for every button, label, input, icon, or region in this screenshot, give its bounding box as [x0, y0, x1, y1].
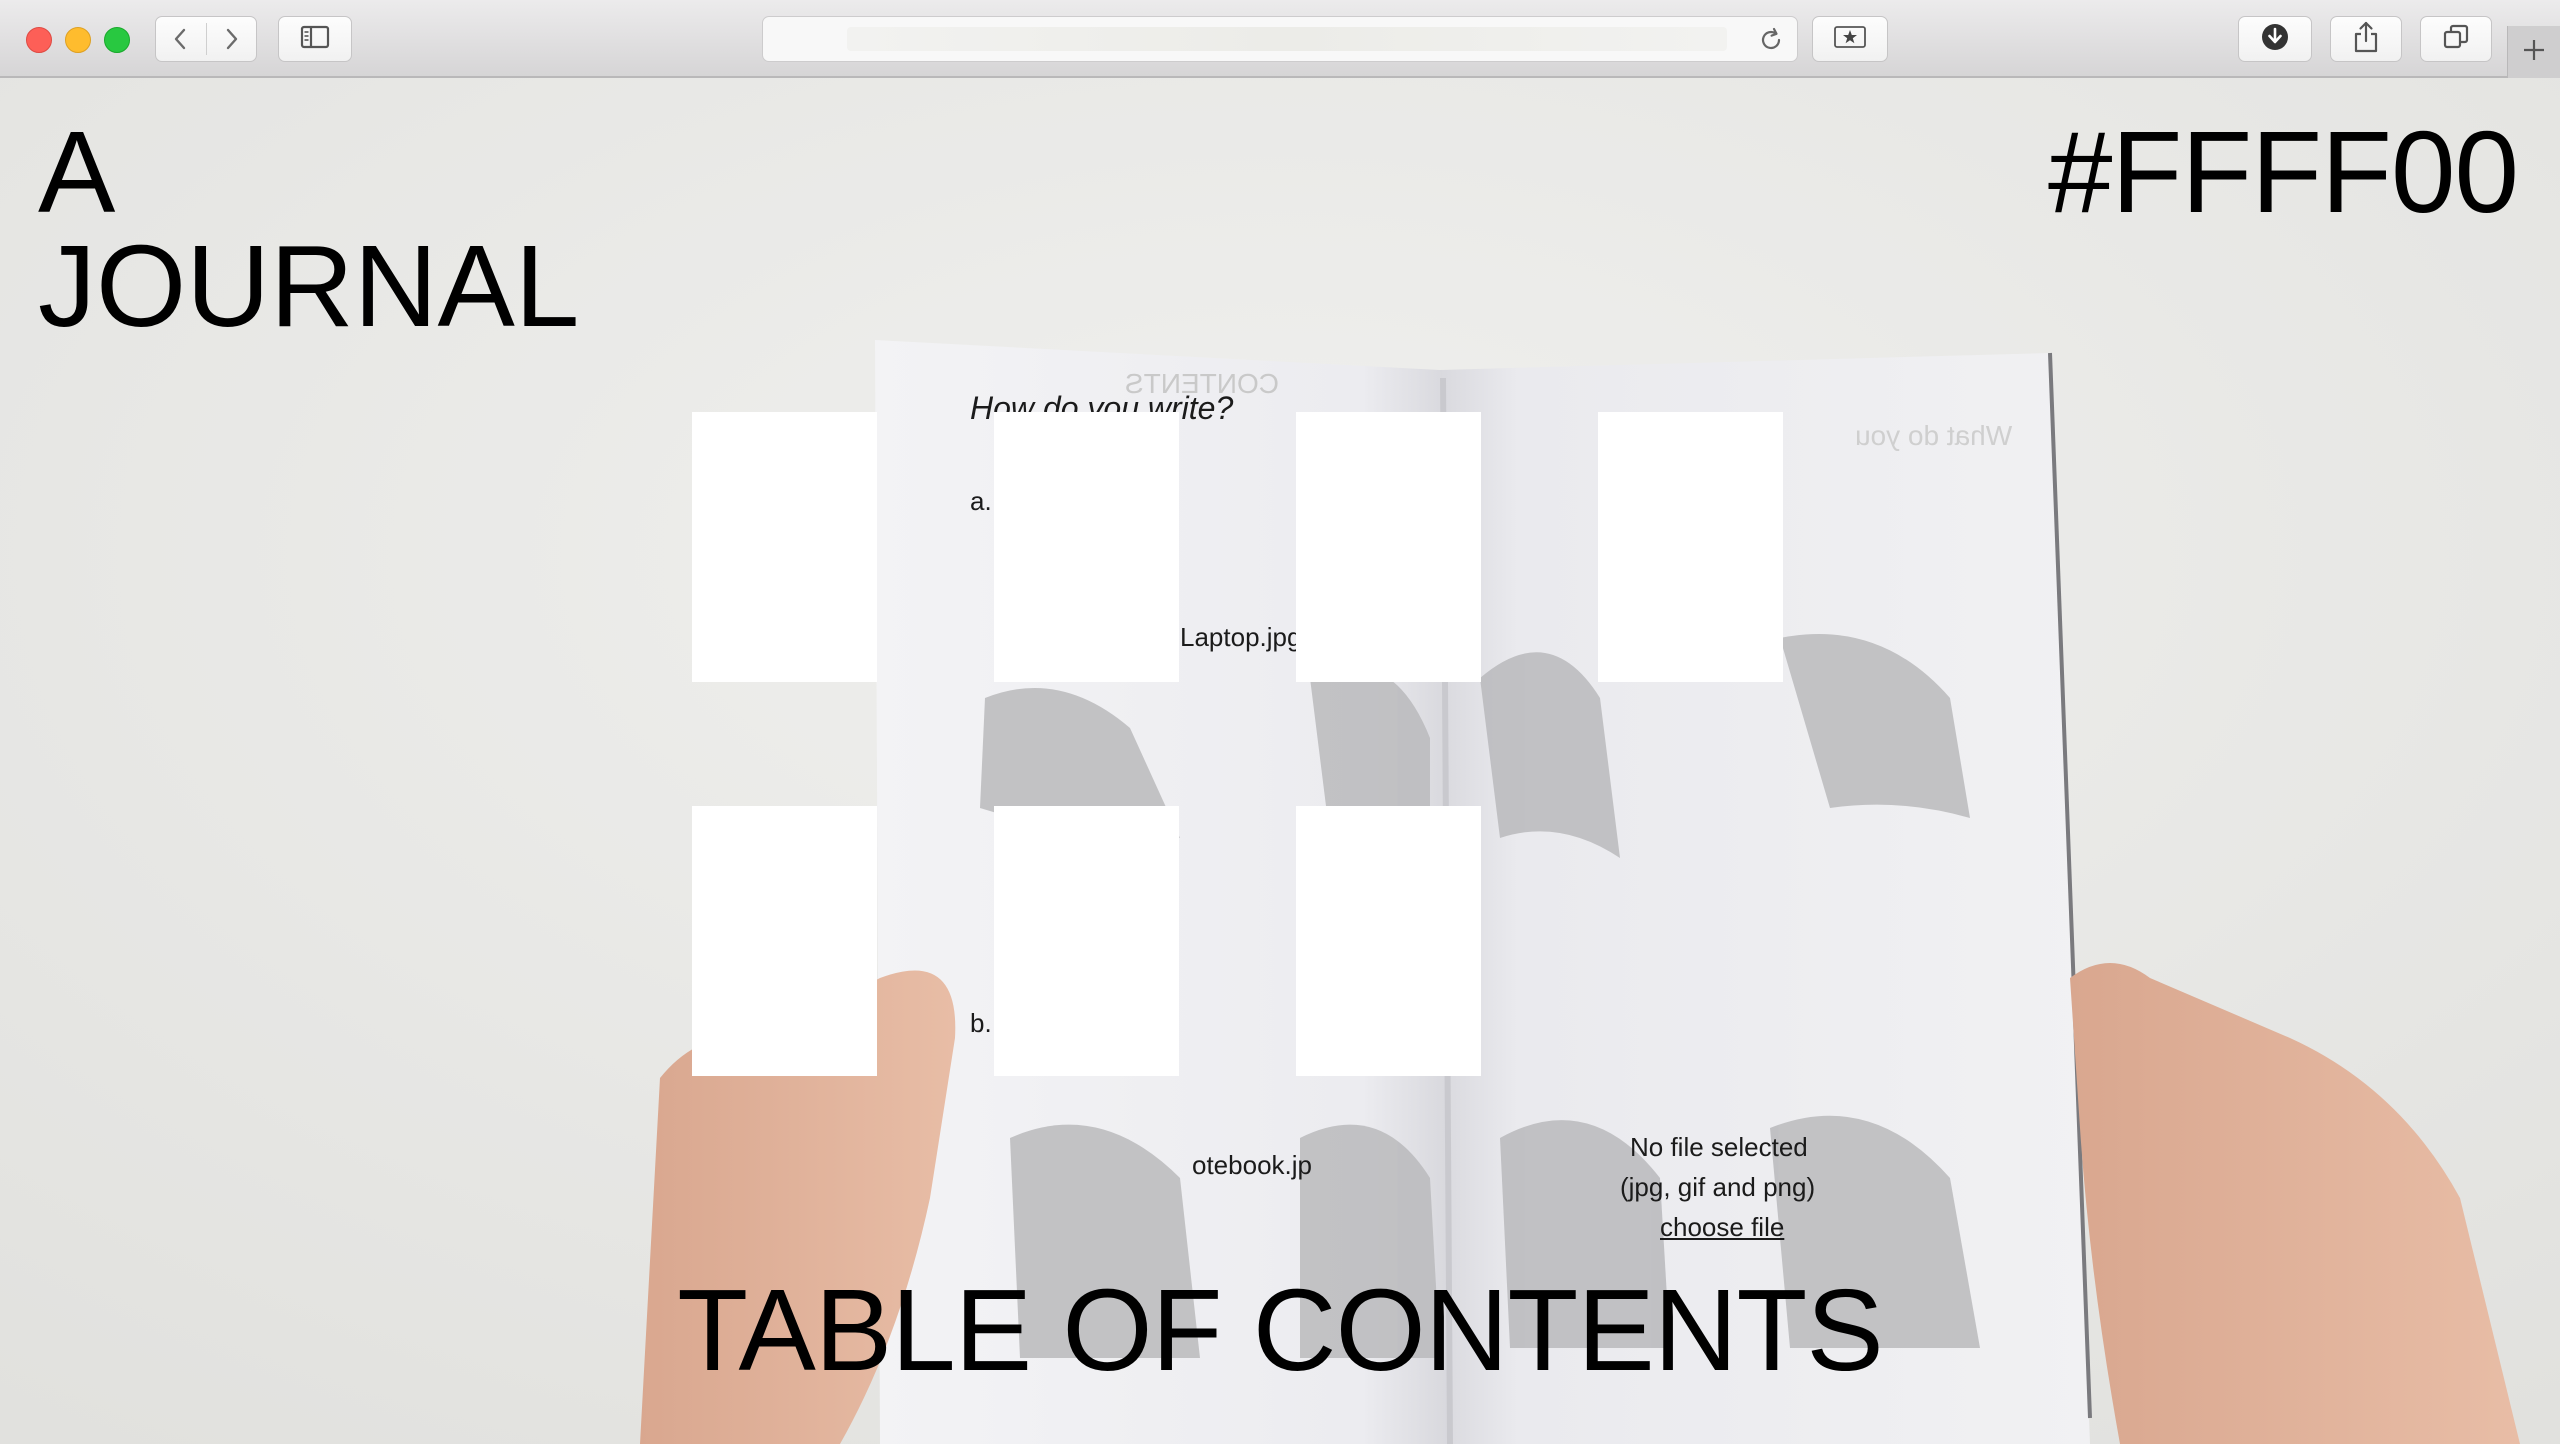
show-tabs-button[interactable] [2420, 16, 2492, 62]
share-button[interactable] [2330, 16, 2402, 62]
toc-card-5[interactable] [692, 806, 877, 1076]
photo-file-a: Laptop.jpg [1180, 622, 1302, 652]
chevron-right-icon[interactable] [218, 26, 244, 52]
hex-color-label: #FFFF00 [2048, 107, 2519, 237]
toc-card-1[interactable] [692, 412, 877, 682]
toc-card-7[interactable] [1296, 806, 1481, 1076]
photo-mirrored-question: What do you [1855, 420, 2013, 451]
address-bar[interactable] [762, 16, 1798, 62]
photo-upload-status: No file selected [1630, 1132, 1808, 1162]
toc-card-2[interactable] [994, 412, 1179, 682]
zoom-window-button[interactable] [104, 27, 130, 53]
bookmark-button[interactable] [1812, 16, 1888, 62]
journal-title-line2: JOURNAL [38, 221, 580, 351]
star-icon [1833, 25, 1867, 54]
sidebar-icon [300, 25, 330, 54]
share-icon [2352, 21, 2380, 58]
address-field[interactable] [847, 27, 1727, 51]
photo-option-b: b. [970, 1008, 992, 1038]
journal-title-line1: A [38, 107, 116, 237]
toc-card-4[interactable] [1598, 412, 1783, 682]
photo-upload-types: (jpg, gif and png) [1620, 1172, 1816, 1202]
toc-card-6[interactable] [994, 806, 1179, 1076]
browser-toolbar [0, 0, 2560, 78]
downloads-button[interactable] [2238, 16, 2312, 62]
chevron-left-icon[interactable] [168, 26, 194, 52]
close-window-button[interactable] [26, 27, 52, 53]
plus-icon [2521, 37, 2547, 68]
tabs-icon [2442, 23, 2470, 56]
web-page: How do you write? CONTENTS What do you a… [0, 78, 2560, 1444]
toc-card-3[interactable] [1296, 412, 1481, 682]
back-forward-group [155, 16, 257, 62]
download-icon [2260, 22, 2290, 57]
photo-file-b: otebook.jp [1192, 1150, 1312, 1180]
new-tab-button[interactable] [2507, 26, 2560, 78]
minimize-window-button[interactable] [65, 27, 91, 53]
reload-icon[interactable] [1757, 26, 1785, 54]
sidebar-toggle-button[interactable] [278, 16, 352, 62]
table-of-contents-heading: TABLE OF CONTENTS [677, 1265, 1883, 1395]
photo-mirrored-heading: CONTENTS [1125, 368, 1279, 399]
photo-option-a: a. [970, 486, 992, 516]
photo-upload-link: choose file [1660, 1212, 1785, 1242]
